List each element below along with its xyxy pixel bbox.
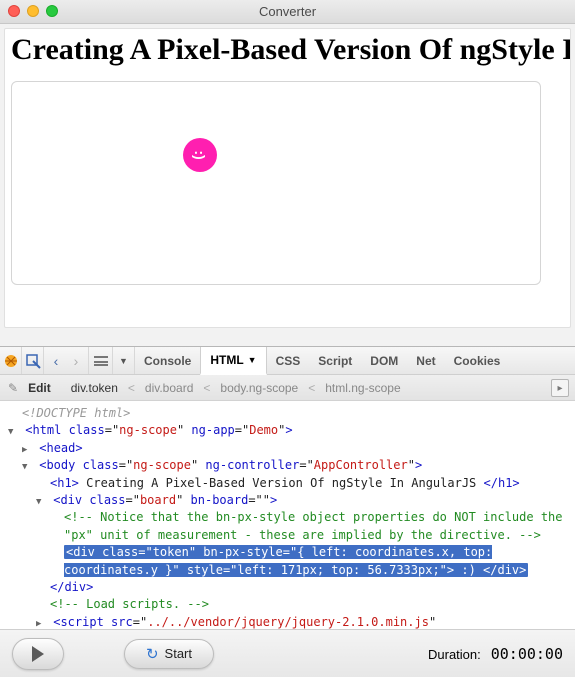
duration-value: 00:00:00 [491, 645, 563, 663]
control-bar: ↻ Start Duration: 00:00:00 [0, 629, 575, 677]
devtools-toolbar: ‹ › ▼ Console HTML▼ CSS Script DOM Net C… [0, 347, 575, 375]
token-face: :) [192, 150, 208, 159]
side-panel-toggle-icon[interactable]: ▸ [551, 379, 569, 397]
play-button[interactable] [12, 638, 64, 670]
inspect-icon[interactable] [22, 347, 44, 374]
duration-display: Duration: 00:00:00 [428, 645, 563, 663]
panel-dropdown-icon[interactable]: ▼ [113, 347, 135, 374]
selected-node[interactable]: <div class="token" bn-px-style="{ left: … [64, 545, 528, 576]
duration-label: Duration: [428, 647, 481, 662]
tab-css[interactable]: CSS [267, 347, 310, 374]
board[interactable]: :) [11, 81, 541, 285]
traffic-lights [8, 5, 58, 17]
tab-console[interactable]: Console [135, 347, 200, 374]
tab-cookies[interactable]: Cookies [445, 347, 510, 374]
nav-back-button[interactable]: ‹ [46, 349, 66, 373]
twisty-icon[interactable] [22, 440, 32, 457]
html-tree[interactable]: <!DOCTYPE html> <html class="ng-scope" n… [0, 401, 575, 639]
close-window-icon[interactable] [8, 5, 20, 17]
chevron-down-icon: ▼ [248, 355, 257, 365]
token[interactable]: :) [183, 138, 217, 172]
zoom-window-icon[interactable] [46, 5, 58, 17]
minimize-window-icon[interactable] [27, 5, 39, 17]
crumb-body[interactable]: body.ng-scope [220, 381, 298, 395]
devtools-tabs: Console HTML▼ CSS Script DOM Net Cookies [135, 347, 509, 374]
twisty-icon[interactable] [36, 492, 46, 509]
twisty-icon[interactable] [8, 422, 18, 439]
page-viewport: Creating A Pixel-Based Version Of ngStyl… [4, 28, 571, 328]
twisty-icon[interactable] [22, 457, 32, 474]
history-nav: ‹ › [44, 347, 89, 374]
start-label: Start [165, 646, 192, 661]
crumb-board[interactable]: div.board [145, 381, 193, 395]
firebug-icon[interactable] [0, 347, 22, 374]
panel-menu-icon[interactable] [89, 347, 113, 374]
devtools-panel: ‹ › ▼ Console HTML▼ CSS Script DOM Net C… [0, 346, 575, 639]
nav-forward-button: › [66, 349, 86, 373]
page-heading: Creating A Pixel-Based Version Of ngStyl… [11, 33, 564, 67]
breadcrumb: ✎ Edit div.token < div.board < body.ng-s… [0, 375, 575, 401]
crumb-token[interactable]: div.token [71, 381, 118, 395]
tab-dom[interactable]: DOM [361, 347, 407, 374]
tab-html[interactable]: HTML▼ [200, 347, 266, 375]
window-title: Converter [259, 4, 316, 19]
loop-icon: ↻ [146, 645, 159, 663]
tree-doctype: <!DOCTYPE html> [22, 406, 130, 420]
crumb-html[interactable]: html.ng-scope [325, 381, 400, 395]
window-titlebar: Converter [0, 0, 575, 24]
tab-net[interactable]: Net [407, 347, 444, 374]
edit-button[interactable]: Edit [28, 381, 51, 395]
tab-script[interactable]: Script [309, 347, 361, 374]
start-button[interactable]: ↻ Start [124, 639, 214, 669]
play-icon [32, 646, 44, 662]
edit-tool-icon[interactable]: ✎ [8, 381, 18, 395]
